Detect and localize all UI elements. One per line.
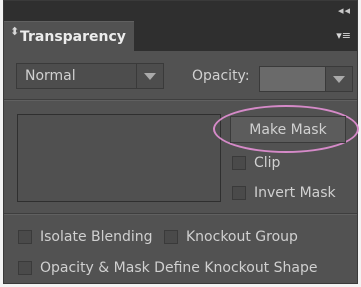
opacity-mask-knockout-label: Opacity & Mask Define Knockout Shape: [40, 260, 318, 276]
blending-row: Normal Opacity:: [4, 51, 357, 100]
opacity-mask-knockout-option[interactable]: Opacity & Mask Define Knockout Shape: [18, 260, 338, 278]
tab-transparency[interactable]: ⬍ Transparency: [4, 21, 134, 51]
opacity-mask-section: Make Mask Clip Invert Mask: [4, 101, 359, 214]
chevron-down-icon: [333, 76, 345, 83]
make-mask-button[interactable]: Make Mask: [230, 116, 346, 143]
invert-mask-label: Invert Mask: [254, 185, 336, 201]
knockout-group-label: Knockout Group: [186, 229, 298, 245]
knockout-group-option[interactable]: Knockout Group: [164, 229, 314, 247]
blending-mode-dropdown[interactable]: Normal: [16, 63, 164, 89]
opacity-label: Opacity:: [192, 68, 250, 84]
panel-top-bar: ◂◂: [4, 1, 357, 21]
panel-tab-row: ⬍ Transparency ▾≡: [4, 21, 357, 51]
expand-options-icon[interactable]: ⬍: [10, 26, 19, 37]
opacity-dropdown-button[interactable]: [325, 67, 352, 91]
object-thumbnail[interactable]: [17, 114, 221, 202]
isolate-blending-option[interactable]: Isolate Blending: [18, 229, 158, 247]
chevron-down-icon: [144, 73, 156, 80]
knockout-group-checkbox[interactable]: [164, 230, 178, 244]
isolate-blending-label: Isolate Blending: [40, 229, 153, 245]
blending-mode-dropdown-button[interactable]: [136, 64, 163, 88]
collapse-panel-icon[interactable]: ◂◂: [321, 4, 351, 18]
invert-mask-option[interactable]: Invert Mask: [232, 185, 352, 203]
isolate-blending-checkbox[interactable]: [18, 230, 32, 244]
invert-mask-checkbox[interactable]: [232, 186, 246, 200]
opacity-combo[interactable]: [259, 66, 353, 92]
opacity-mask-knockout-checkbox[interactable]: [18, 261, 32, 275]
tab-transparency-label: Transparency: [20, 29, 126, 45]
transparency-panel: ◂◂ ⬍ Transparency ▾≡ Normal Opacity: Mak…: [3, 0, 359, 284]
clip-checkbox[interactable]: [232, 156, 246, 170]
panel-menu-icon[interactable]: ▾≡: [335, 29, 351, 43]
clip-option[interactable]: Clip: [232, 155, 342, 173]
opacity-input[interactable]: [260, 67, 326, 91]
blending-mode-value: Normal: [25, 68, 76, 84]
clip-label: Clip: [254, 155, 281, 171]
